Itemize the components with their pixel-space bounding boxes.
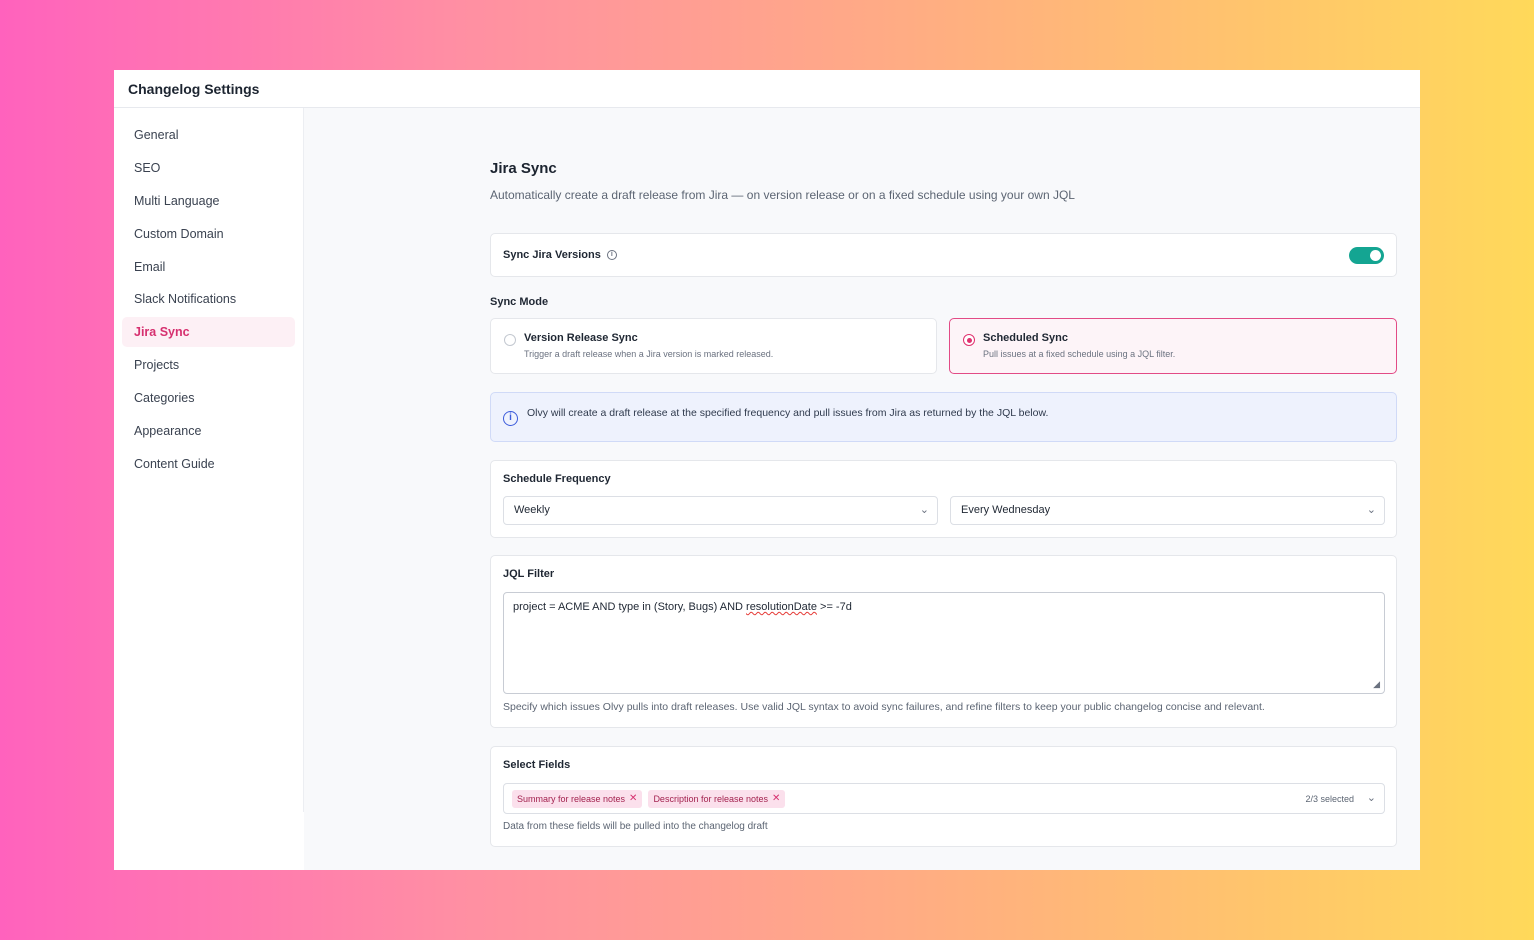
sidebar-item-general[interactable]: General xyxy=(122,120,295,150)
chevron-down-icon: ⌄ xyxy=(919,504,929,516)
jql-help-text: Specify which issues Olvy pulls into dra… xyxy=(503,701,1265,713)
sidebar-item-email[interactable]: Email xyxy=(122,252,295,282)
selected-count: 2/3 selected xyxy=(1305,793,1354,804)
frequency-select[interactable]: Weekly ⌄ xyxy=(503,496,938,525)
page-subtitle: Automatically create a draft release fro… xyxy=(490,188,1075,202)
sidebar-item-categories[interactable]: Categories xyxy=(122,383,295,413)
sync-mode-label: Sync Mode xyxy=(490,296,549,308)
field-chip: Summary for release notes ✕ xyxy=(512,789,643,808)
page-title: Jira Sync xyxy=(490,160,557,177)
sync-versions-card: Sync Jira Versions i xyxy=(490,233,1397,277)
day-select[interactable]: Every Wednesday ⌄ xyxy=(950,496,1385,525)
schedule-frequency-label: Schedule Frequency xyxy=(503,473,611,485)
jql-text-after: >= -7d xyxy=(816,601,852,613)
option-scheduled-sync[interactable]: Scheduled Sync Pull issues at a fixed sc… xyxy=(949,318,1397,374)
info-icon[interactable]: i xyxy=(606,250,617,260)
window-title: Changelog Settings xyxy=(114,70,1420,108)
radio-version-release-sync[interactable] xyxy=(504,334,516,346)
option-version-release-sync[interactable]: Version Release Sync Trigger a draft rel… xyxy=(490,318,937,374)
jql-spellcheck-word: resolutionDate xyxy=(746,601,817,613)
option-description: Trigger a draft release when a Jira vers… xyxy=(524,349,774,359)
info-icon: i xyxy=(503,411,518,426)
sidebar-item-seo[interactable]: SEO xyxy=(122,153,295,183)
sidebar-item-content-guide[interactable]: Content Guide xyxy=(122,449,295,479)
sidebar-item-projects[interactable]: Projects xyxy=(122,350,295,380)
toggle-knob xyxy=(1370,249,1381,261)
sidebar-item-appearance[interactable]: Appearance xyxy=(122,416,295,446)
radio-scheduled-sync[interactable] xyxy=(963,334,975,346)
fields-help-text: Data from these fields will be pulled in… xyxy=(503,821,768,832)
sync-versions-label: Sync Jira Versions xyxy=(503,249,601,261)
sidebar-item-multi-language[interactable]: Multi Language xyxy=(122,186,295,216)
jql-text-before: project = ACME AND type in (Story, Bugs)… xyxy=(513,601,747,613)
close-icon[interactable]: ✕ xyxy=(772,793,780,804)
select-fields-card: Select Fields Summary for release notes … xyxy=(490,746,1397,847)
chip-label: Summary for release notes xyxy=(517,793,626,804)
settings-sidebar: General SEO Multi Language Custom Domain… xyxy=(114,108,304,812)
jql-filter-card: JQL Filter project = ACME AND type in (S… xyxy=(490,555,1397,728)
jql-filter-input[interactable]: project = ACME AND type in (Story, Bugs)… xyxy=(503,592,1385,694)
field-chip: Description for release notes ✕ xyxy=(648,789,786,808)
select-fields-label: Select Fields xyxy=(503,759,571,771)
option-title: Scheduled Sync xyxy=(983,332,1068,344)
chevron-down-icon: ⌄ xyxy=(1366,504,1376,516)
option-title: Version Release Sync xyxy=(524,332,638,344)
sidebar-item-slack-notifications[interactable]: Slack Notifications xyxy=(122,284,295,314)
sidebar-item-custom-domain[interactable]: Custom Domain xyxy=(122,219,295,249)
fields-multiselect[interactable]: Summary for release notes ✕ Description … xyxy=(503,783,1385,814)
frequency-value: Weekly xyxy=(514,504,550,516)
settings-window: Changelog Settings General SEO Multi Lan… xyxy=(114,70,1420,870)
sync-versions-toggle[interactable] xyxy=(1349,246,1384,264)
jql-filter-label: JQL Filter xyxy=(503,568,555,580)
schedule-frequency-card: Schedule Frequency Weekly ⌄ Every Wednes… xyxy=(490,460,1397,538)
chevron-down-icon[interactable]: ⌄ xyxy=(1367,791,1376,804)
settings-main: Jira Sync Automatically create a draft r… xyxy=(304,108,1420,870)
day-value: Every Wednesday xyxy=(961,504,1051,516)
resize-handle-icon[interactable]: ◢ xyxy=(1373,679,1380,690)
close-icon[interactable]: ✕ xyxy=(629,793,637,804)
banner-text: Olvy will create a draft release at the … xyxy=(527,407,1049,419)
sidebar-item-jira-sync[interactable]: Jira Sync xyxy=(122,317,295,348)
info-banner: i Olvy will create a draft release at th… xyxy=(490,392,1397,442)
option-description: Pull issues at a fixed schedule using a … xyxy=(983,349,1176,359)
chip-label: Description for release notes xyxy=(653,793,768,804)
